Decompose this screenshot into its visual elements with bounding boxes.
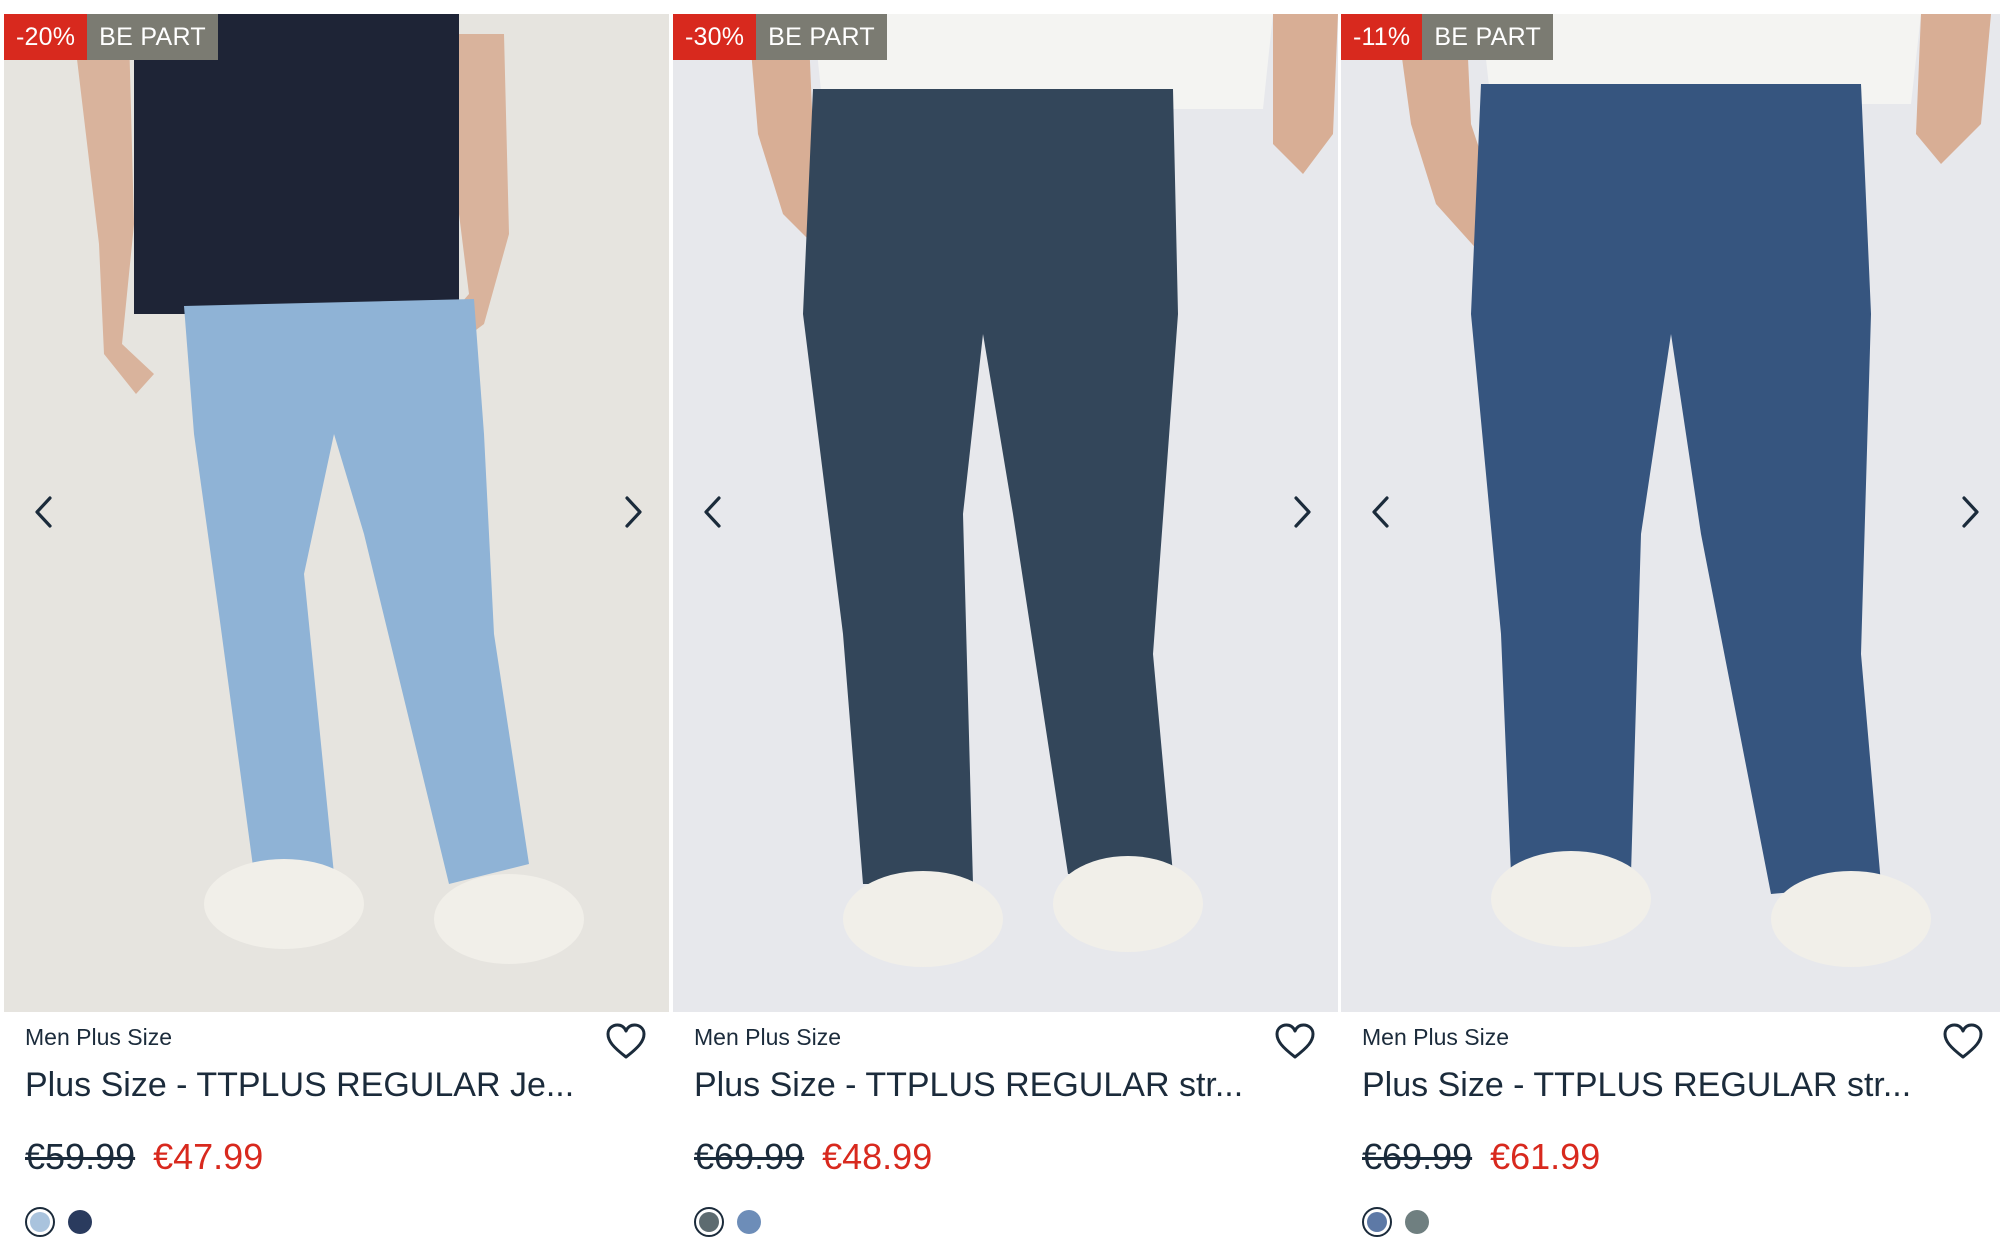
discount-badge: -30% bbox=[673, 14, 757, 60]
campaign-badge: BE PART bbox=[87, 14, 218, 60]
swatch-color bbox=[737, 1210, 761, 1234]
product-image-carousel[interactable] bbox=[1341, 14, 2000, 1012]
badge-group: -11% BE PART bbox=[1341, 14, 1554, 60]
product-brand: Men Plus Size bbox=[25, 1024, 173, 1050]
color-swatches bbox=[694, 1207, 764, 1237]
shoe-left bbox=[843, 871, 1003, 967]
color-swatches bbox=[25, 1207, 95, 1237]
carousel-next-button[interactable] bbox=[1280, 484, 1324, 540]
product-grid: -20% BE PART Men Plus Size Plus Size - T… bbox=[0, 0, 2000, 1250]
badge-group: -20% BE PART bbox=[4, 14, 218, 60]
wishlist-button[interactable] bbox=[1940, 1018, 1986, 1064]
campaign-badge: BE PART bbox=[756, 14, 887, 60]
swatch-color bbox=[30, 1212, 50, 1232]
heart-outline-icon bbox=[1943, 1023, 1983, 1059]
carousel-next-button[interactable] bbox=[611, 484, 655, 540]
carousel-prev-button[interactable] bbox=[22, 484, 66, 540]
chevron-left-icon bbox=[35, 496, 52, 528]
color-swatch[interactable] bbox=[734, 1207, 764, 1237]
carousel-prev-button[interactable] bbox=[691, 484, 735, 540]
shoe-right bbox=[1771, 871, 1931, 967]
product-card: -30% BE PART Men Plus Size Plus Size - T… bbox=[673, 0, 1338, 1250]
color-swatch[interactable] bbox=[65, 1207, 95, 1237]
shoe-left bbox=[204, 859, 364, 949]
heart-outline-icon bbox=[606, 1023, 646, 1059]
product-card: -11% BE PART Men Plus Size Plus Size - T… bbox=[1341, 0, 2000, 1250]
product-card: -20% BE PART Men Plus Size Plus Size - T… bbox=[4, 0, 669, 1250]
campaign-badge: BE PART bbox=[1422, 14, 1554, 60]
original-price: €59.99 bbox=[25, 1136, 136, 1177]
carousel-prev-button[interactable] bbox=[1359, 484, 1403, 540]
sale-price: €47.99 bbox=[153, 1136, 264, 1177]
product-photo bbox=[1341, 14, 2000, 1012]
swatch-color bbox=[68, 1210, 92, 1234]
wishlist-button[interactable] bbox=[603, 1018, 649, 1064]
color-swatch[interactable] bbox=[1402, 1207, 1432, 1237]
swatch-color bbox=[699, 1212, 719, 1232]
original-price: €69.99 bbox=[1362, 1136, 1473, 1177]
sale-price: €61.99 bbox=[1490, 1136, 1601, 1177]
discount-badge: -11% bbox=[1341, 14, 1423, 60]
color-swatches bbox=[1362, 1207, 1432, 1237]
product-photo bbox=[4, 14, 669, 1012]
price-block: €69.99 €61.99 bbox=[1362, 1136, 1600, 1178]
swatch-color bbox=[1367, 1212, 1387, 1232]
product-brand: Men Plus Size bbox=[694, 1024, 842, 1050]
shoe-right bbox=[1053, 856, 1203, 952]
product-image-carousel[interactable] bbox=[4, 14, 669, 1012]
discount-badge: -20% bbox=[4, 14, 88, 60]
chevron-left-icon bbox=[704, 496, 721, 528]
product-image-carousel[interactable] bbox=[673, 14, 1338, 1012]
heart-outline-icon bbox=[1275, 1023, 1315, 1059]
product-title[interactable]: Plus Size - TTPLUS REGULAR Je... bbox=[25, 1066, 585, 1105]
color-swatch[interactable] bbox=[25, 1207, 55, 1237]
chevron-right-icon bbox=[1294, 496, 1311, 528]
chevron-left-icon bbox=[1372, 496, 1389, 528]
original-price: €69.99 bbox=[694, 1136, 805, 1177]
price-block: €59.99 €47.99 bbox=[25, 1136, 263, 1178]
shoe-left bbox=[1491, 851, 1651, 947]
color-swatch[interactable] bbox=[694, 1207, 724, 1237]
wishlist-button[interactable] bbox=[1272, 1018, 1318, 1064]
carousel-next-button[interactable] bbox=[1948, 484, 1992, 540]
chevron-right-icon bbox=[625, 496, 642, 528]
product-photo bbox=[673, 14, 1338, 1012]
chevron-right-icon bbox=[1962, 496, 1979, 528]
shoe-right bbox=[434, 874, 584, 964]
product-title[interactable]: Plus Size - TTPLUS REGULAR str... bbox=[1362, 1066, 1922, 1105]
color-swatch[interactable] bbox=[1362, 1207, 1392, 1237]
badge-group: -30% BE PART bbox=[673, 14, 887, 60]
price-block: €69.99 €48.99 bbox=[694, 1136, 932, 1178]
product-title[interactable]: Plus Size - TTPLUS REGULAR str... bbox=[694, 1066, 1254, 1105]
product-brand: Men Plus Size bbox=[1362, 1024, 1510, 1050]
sale-price: €48.99 bbox=[822, 1136, 933, 1177]
swatch-color bbox=[1405, 1210, 1429, 1234]
